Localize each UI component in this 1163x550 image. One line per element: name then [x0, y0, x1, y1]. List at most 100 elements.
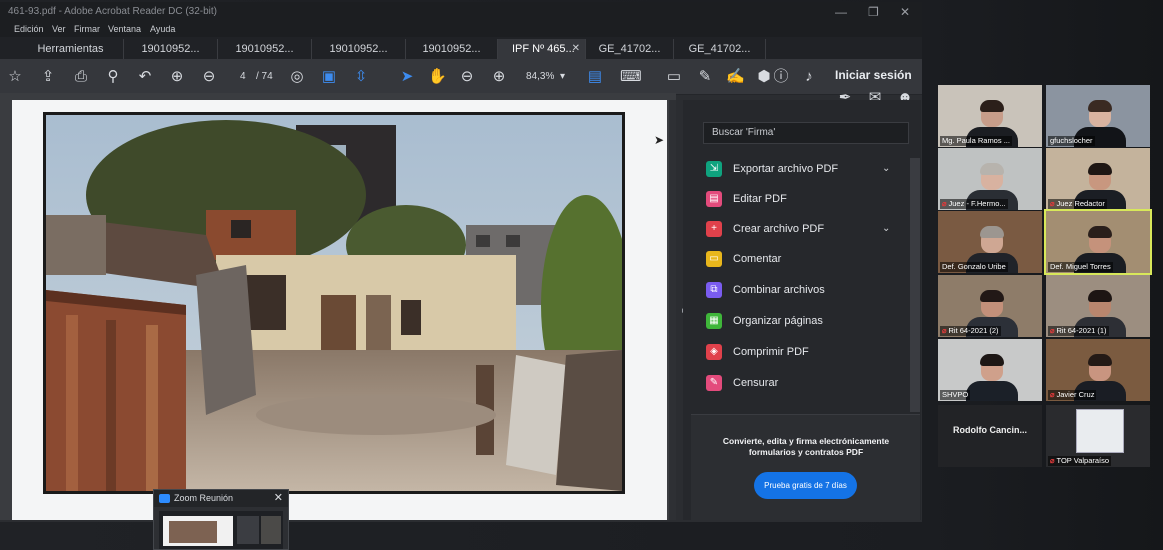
preview-pane [237, 516, 259, 544]
menu-firmar[interactable]: Firmar [74, 22, 100, 37]
participant-tile[interactable]: ⌀ Juez - F.Hermo... [938, 148, 1042, 210]
tool-exportar-pdf[interactable]: ⇲ Exportar archivo PDF ⌄ [706, 158, 906, 180]
participant-tile[interactable]: ⌀ TOP Valparaíso [1046, 405, 1150, 467]
minimize-button[interactable]: — [835, 2, 847, 22]
participant-hair [980, 226, 1004, 238]
zoom-in-icon[interactable]: ⊕ [490, 68, 508, 86]
page-down-icon[interactable]: ⊖ [200, 68, 218, 86]
tab-label: IPF Nº 465... [512, 43, 575, 55]
hand-tool-icon[interactable]: ✋ [428, 68, 447, 86]
tools-pane-scrollbar[interactable] [910, 158, 920, 412]
undo-icon[interactable]: ↶ [136, 68, 154, 86]
participant-tile[interactable]: gfuchslocher [1046, 85, 1150, 147]
scroll-mode-icon[interactable]: ▣ [320, 68, 338, 86]
tab-doc-4[interactable]: 19010952... [406, 39, 498, 59]
menu-ventana[interactable]: Ventana [108, 22, 141, 37]
sign-in-link[interactable]: Iniciar sesión [835, 68, 912, 82]
participant-name: TOP Valparaíso [1056, 456, 1110, 465]
tab-ipf-active[interactable]: IPF Nº 465... ✕ [498, 39, 586, 59]
help-icon[interactable]: ⓘ [772, 68, 790, 86]
tab-doc-7[interactable]: GE_41702... [674, 39, 766, 59]
tool-comprimir[interactable]: ◈ Comprimir PDF [706, 341, 906, 363]
participant-name: Def. Gonzalo Uribe [942, 262, 1006, 271]
participant-name-label: Def. Gonzalo Uribe [940, 262, 1008, 272]
tools-search-input[interactable]: Buscar 'Firma' [703, 122, 909, 144]
participant-tile[interactable]: Rodolfo Cancin... [938, 405, 1042, 467]
muted-mic-icon: ⌀ [1050, 390, 1055, 399]
close-window-button[interactable]: ✕ [900, 2, 910, 22]
participant-tile[interactable]: Def. Gonzalo Uribe [938, 211, 1042, 273]
tool-label: Comentar [733, 253, 782, 265]
chevron-down-icon[interactable]: ⌄ [882, 158, 890, 180]
tool-censurar[interactable]: ✎ Censurar [706, 372, 906, 394]
participant-tile[interactable]: ⌀ Javier Cruz [1046, 339, 1150, 401]
search-icon[interactable]: ⚲ [104, 68, 122, 86]
page-up-icon[interactable]: ⊕ [168, 68, 186, 86]
notification-bell-icon[interactable]: ♪ [800, 68, 818, 86]
zoom-camera-icon [159, 494, 170, 503]
highlight-pen-icon[interactable]: ✎ [696, 68, 714, 86]
participant-name-label: gfuchslocher [1048, 136, 1095, 146]
participant-hair [980, 100, 1004, 112]
fill-sign-icon[interactable]: ✍ [726, 68, 745, 86]
participant-tile[interactable]: SHVPO [938, 339, 1042, 401]
participant-name: Javier Cruz [1056, 390, 1095, 399]
participant-tile[interactable]: Mg. Paula Ramos ... [938, 85, 1042, 147]
tab-doc-3[interactable]: 19010952... [312, 39, 406, 59]
close-icon[interactable]: ✕ [274, 490, 283, 507]
promo-panel [691, 414, 920, 520]
participant-tile[interactable]: ⌀ Rit 64-2021 (1) [1046, 275, 1150, 337]
document-scrollbar[interactable] [669, 100, 676, 520]
star-icon[interactable]: ☆ [6, 68, 24, 86]
tab-doc-6[interactable]: GE_41702... [586, 39, 674, 59]
tab-label: 19010952... [235, 43, 294, 55]
tool-label: Censurar [733, 377, 779, 389]
print-icon[interactable]: ⎙ [72, 68, 90, 86]
participant-tile[interactable]: ⌀ Rit 64-2021 (2) [938, 275, 1042, 337]
menu-ayuda[interactable]: Ayuda [150, 22, 175, 37]
tool-combinar[interactable]: ⧉ Combinar archivos [706, 279, 906, 301]
participant-tile[interactable]: ⌀ Juez Redactor [1046, 148, 1150, 210]
tab-doc-1[interactable]: 19010952... [124, 39, 218, 59]
zoom-meeting-mini-window[interactable]: Zoom Reunión ✕ [153, 489, 289, 550]
maximize-button[interactable]: ❐ [868, 2, 879, 22]
tool-organizar[interactable]: ▦ Organizar páginas [706, 310, 906, 332]
participant-name-label: ⌀ Javier Cruz [1048, 390, 1097, 400]
participant-name-label: Def. Miguel Torres [1048, 262, 1113, 272]
page-number-field[interactable]: 4 [240, 71, 246, 82]
page-display-icon[interactable]: ▤ [586, 68, 604, 86]
participant-name: Mg. Paula Ramos ... [942, 136, 1010, 145]
participant-hair [1088, 290, 1112, 302]
tab-herramientas[interactable]: Herramientas [18, 39, 124, 59]
tool-label: Editar PDF [733, 193, 787, 205]
close-tab-icon[interactable]: ✕ [572, 39, 580, 59]
zoom-level[interactable]: 84,3% [526, 71, 554, 82]
combine-files-icon: ⧉ [706, 282, 722, 298]
tool-editar-pdf[interactable]: ▤ Editar PDF [706, 188, 906, 210]
zoom-fit-icon[interactable]: ◎ [288, 68, 306, 86]
participant-name-label: ⌀ Rit 64-2021 (1) [1048, 326, 1109, 336]
cloud-upload-icon[interactable]: ⇪ [39, 68, 57, 86]
muted-mic-icon: ⌀ [942, 326, 947, 335]
main-toolbar: ☆ ⇪ ⎙ ⚲ ↶ ⊕ ⊖ 4 / 74 ◎ ▣ ⇳ ➤ ✋ ⊖ ⊕ 84,3%… [0, 59, 922, 95]
tool-crear-pdf[interactable]: + Crear archivo PDF ⌄ [706, 218, 906, 240]
tool-comentar[interactable]: ▭ Comentar [706, 248, 906, 270]
keyboard-icon[interactable]: ⌨ [620, 68, 642, 86]
participant-name-label: SHVPO [940, 390, 971, 400]
create-pdf-icon: + [706, 221, 722, 237]
window-title: 461-93.pdf - Adobe Acrobat Reader DC (32… [0, 2, 922, 22]
menu-ver[interactable]: Ver [52, 22, 66, 37]
edit-pdf-icon: ▤ [706, 191, 722, 207]
zoom-out-icon[interactable]: ⊖ [458, 68, 476, 86]
participant-tile[interactable]: Def. Miguel Torres [1044, 209, 1152, 275]
zoom-dropdown-icon[interactable]: ▾ [560, 71, 565, 82]
chevron-down-icon[interactable]: ⌄ [882, 218, 890, 240]
free-trial-button[interactable]: Prueba gratis de 7 días [754, 472, 857, 499]
select-cursor-icon[interactable]: ➤ [398, 68, 416, 86]
stamp-icon[interactable]: ⬢ [755, 68, 773, 86]
fit-page-icon[interactable]: ⇳ [352, 68, 370, 86]
menu-edicion[interactable]: Edición [14, 22, 44, 37]
zoom-mini-title: Zoom Reunión [154, 490, 288, 507]
comment-tool-icon[interactable]: ▭ [665, 68, 683, 86]
tab-doc-2[interactable]: 19010952... [218, 39, 312, 59]
